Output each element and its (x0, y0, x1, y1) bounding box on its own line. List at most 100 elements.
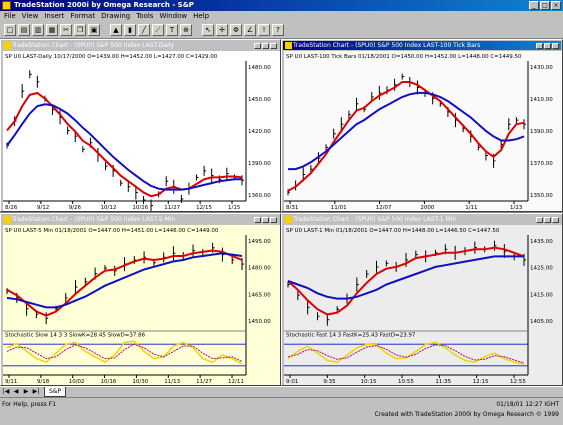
gann-icon[interactable]: ∠ (244, 24, 256, 36)
menu-bar: File View Insert Format Drawing Tools Wi… (0, 11, 563, 22)
prev-sheet-arrow-icon[interactable]: ◀ (12, 388, 20, 396)
close-button[interactable]: × (551, 1, 561, 10)
x-tick-label: 10/30 (132, 379, 148, 385)
tradestation-app-icon[interactable] (2, 1, 11, 10)
trendline-icon[interactable]: ⟋ (152, 24, 164, 36)
bar-icon[interactable]: ▮ (124, 24, 136, 36)
x-tick-label: 10/02 (69, 379, 85, 385)
chart-close-button[interactable] (270, 43, 277, 49)
stochastic-label: Stochastic Slow 14 3 3 SlowK=28.45 SlowD… (5, 333, 146, 339)
cut-icon[interactable]: ✂ (60, 24, 72, 36)
fib-icon[interactable]: Φ (230, 24, 242, 36)
x-tick-label: 12:15 (473, 379, 489, 385)
price-chart-tick-bars[interactable]: SP U0 LAST-100 Tick Bars 01/18/2001 O=14… (284, 51, 562, 211)
chart-window-tick-bars[interactable]: TradeStation Chart - (SPU0) S&P 500 Inde… (281, 39, 563, 212)
chart-window-1-min[interactable]: TradeStation Chart - (SPU0) S&P 500 Inde… (281, 213, 563, 386)
menu-window[interactable]: Window (159, 11, 187, 22)
menu-format[interactable]: Format (70, 11, 95, 22)
y-tick-label: 1420.00 (248, 129, 271, 135)
next-sheet-arrow-icon[interactable]: ▶ (22, 388, 30, 396)
x-tick-label: 11:35 (435, 379, 451, 385)
chart-title: TradeStation Chart - (SPU0) S&P 500 Inde… (293, 42, 481, 49)
menu-view[interactable]: View (22, 11, 39, 22)
chart-minimize-button[interactable] (536, 217, 543, 223)
chart-maximize-button[interactable] (544, 43, 551, 49)
y-tick-label: 1350.00 (530, 193, 553, 199)
chart-close-button[interactable] (552, 43, 559, 49)
first-sheet-arrow-icon[interactable]: |◀ (2, 388, 10, 396)
x-tick-label: 11/13 (164, 379, 180, 385)
menu-tools[interactable]: Tools (136, 11, 153, 22)
x-tick-label: 10:55 (398, 379, 414, 385)
chart-close-button[interactable] (270, 217, 277, 223)
price-chart-daily[interactable]: SP U0 LAST-Daily 10/17/2000 O=1439.00 H=… (3, 51, 280, 212)
open-icon[interactable]: ▤ (18, 24, 30, 36)
maximize-button[interactable]: □ (540, 1, 550, 10)
chart-window-5-min[interactable]: TradeStation Chart - (SPU0) S&P 500 Inde… (0, 213, 281, 386)
y-tick-label: 1415.00 (530, 292, 553, 298)
y-tick-label: 1370.00 (530, 161, 553, 167)
chart-title-bar[interactable]: TradeStation Chart - (SPU0) S&P 500 Inde… (283, 215, 561, 224)
menu-insert[interactable]: Insert (44, 11, 64, 22)
zoom-icon[interactable]: ⊕ (180, 24, 192, 36)
x-tick-label: 11/27 (196, 379, 212, 385)
x-tick-label: 12/15 (196, 205, 212, 211)
plot-background (284, 51, 562, 211)
line-icon[interactable]: ╱ (138, 24, 150, 36)
chart-title-bar[interactable]: TradeStation Chart - (SPU0) S&P 500 Inde… (2, 41, 279, 50)
text-icon[interactable]: T (166, 24, 178, 36)
menu-help[interactable]: Help (193, 11, 209, 22)
x-tick-label: 1/23 (510, 205, 523, 211)
help-icon[interactable]: ? (272, 24, 284, 36)
pointer-icon[interactable]: ↖ (202, 24, 214, 36)
chart-close-button[interactable] (552, 217, 559, 223)
chart-header: SP U0 LAST-5 Min 01/18/2001 O=1447.00 H=… (5, 228, 219, 234)
status-bar: For Help, press F1 01/18/01 12:27 IGHT C… (0, 397, 563, 425)
app-title-bar[interactable]: TradeStation 2000i by Omega Research - S… (0, 0, 563, 11)
sheet-tab-bar: |◀ ◀ ▶ ▶| S&P (0, 386, 563, 397)
print-icon[interactable]: ▦ (46, 24, 58, 36)
chart-minimize-button[interactable] (536, 43, 543, 49)
chart-icon (285, 42, 292, 49)
x-tick-label: 9/12 (37, 205, 49, 211)
menu-file[interactable]: File (4, 11, 16, 22)
chart-maximize-button[interactable] (544, 217, 551, 223)
alert-icon[interactable]: ! (258, 24, 270, 36)
x-tick-label: 10/12 (101, 205, 117, 211)
save-icon[interactable]: ▥ (32, 24, 44, 36)
minimize-button[interactable]: _ (529, 1, 539, 10)
chart-title-bar[interactable]: TradeStation Chart - (SPU0) S&P 500 Inde… (283, 41, 561, 50)
toolbar: □ ▤ ▥ ▦ ✂ ❐ ▣ ▲ ▮ ╱ ⟋ T ⊕ ↖ ✛ Φ ∠!? (0, 22, 563, 39)
paste-icon[interactable]: ▣ (88, 24, 100, 36)
chart-icon[interactable]: ▲ (110, 24, 122, 36)
chart-minimize-button[interactable] (254, 217, 261, 223)
x-tick-label: 2000 (420, 205, 434, 211)
chart-maximize-button[interactable] (262, 217, 269, 223)
x-tick-label: 9/18 (37, 379, 50, 385)
y-tick-label: 1390.00 (248, 161, 271, 167)
y-tick-label: 1390.00 (530, 129, 553, 135)
cross-icon[interactable]: ✛ (216, 24, 228, 36)
chart-window-daily[interactable]: TradeStation Chart - (SPU0) S&P 500 Inde… (0, 39, 281, 212)
price-chart-5-min[interactable]: SP U0 LAST-5 Min 01/18/2001 O=1447.00 H=… (3, 225, 280, 385)
x-tick-label: 11/01 (331, 205, 347, 211)
y-tick-label: 1450.00 (248, 319, 271, 325)
last-sheet-arrow-icon[interactable]: ▶| (32, 388, 40, 396)
y-tick-label: 1360.00 (248, 193, 271, 199)
y-tick-label: 1480.00 (248, 266, 271, 272)
copy-icon[interactable]: ❐ (74, 24, 86, 36)
status-help-text: For Help, press F1 (2, 401, 57, 408)
stochastic-label: Stochastic Fast 14 3 FastK=25.43 FastD=2… (286, 333, 416, 339)
chart-minimize-button[interactable] (254, 43, 261, 49)
chart-title: TradeStation Chart - (SPU0) S&P 500 Inde… (293, 216, 457, 223)
chart-title-bar[interactable]: TradeStation Chart - (SPU0) S&P 500 Inde… (2, 215, 279, 224)
sheet-tab[interactable]: S&P (44, 387, 67, 397)
menu-drawing[interactable]: Drawing (101, 11, 130, 22)
chart-title: TradeStation Chart - (SPU0) S&P 500 Inde… (12, 216, 176, 223)
app-title: TradeStation 2000i by Omega Research - S… (14, 1, 194, 9)
new-icon[interactable]: □ (4, 24, 16, 36)
price-chart-1-min[interactable]: SP U0 LAST-1 Min 01/18/2001 O=1447.00 H=… (284, 225, 562, 385)
chart-maximize-button[interactable] (262, 43, 269, 49)
x-tick-label: 8/31 (286, 205, 298, 211)
x-tick-label: 11/27 (164, 205, 180, 211)
